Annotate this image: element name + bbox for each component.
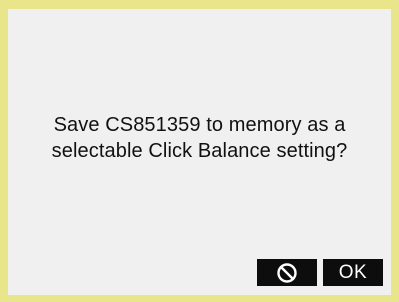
message-line-2: selectable Click Balance setting? [51, 140, 348, 162]
ok-button-label: OK [338, 261, 368, 283]
prohibited-icon [276, 262, 298, 284]
message-line-1: Save CS851359 to memory as a [53, 114, 346, 136]
ok-button[interactable]: OK [323, 259, 383, 286]
confirmation-dialog: Save CS851359 to memory as a selectable … [8, 9, 391, 295]
dialog-message: Save CS851359 to memory as a selectable … [8, 112, 391, 164]
cancel-button[interactable] [257, 259, 317, 286]
